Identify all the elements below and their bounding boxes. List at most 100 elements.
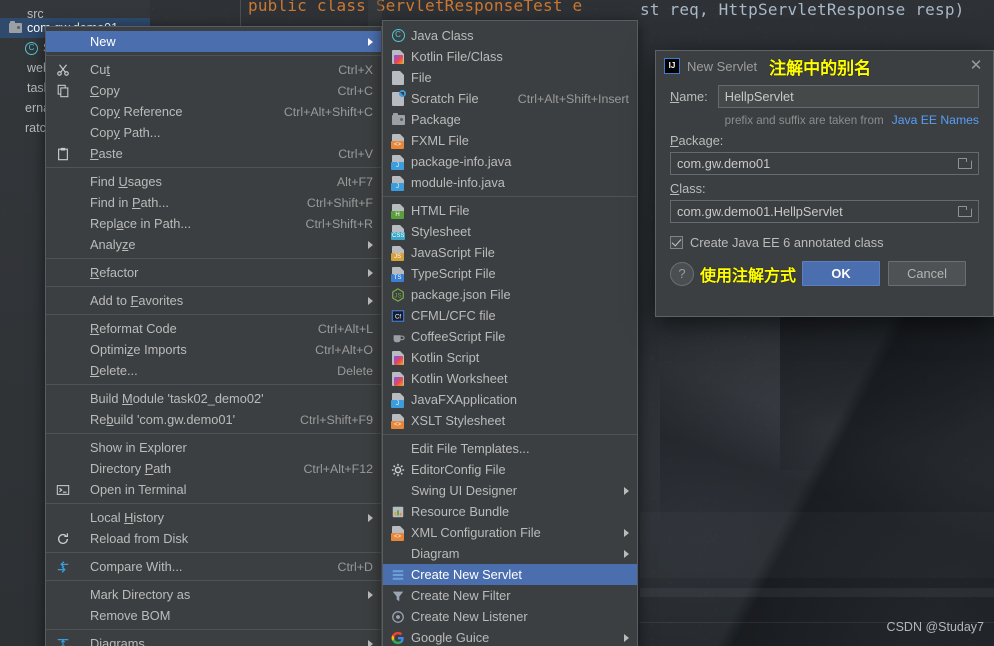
folder-browse-icon[interactable] [958,206,972,217]
new-item-file[interactable]: File [383,67,637,88]
context-item-show-in-explorer[interactable]: Show in Explorer [46,437,381,458]
new-item-stylesheet[interactable]: CSS Stylesheet [383,221,637,242]
menu-item-shortcut: Delete [337,363,373,378]
context-item-directory-path[interactable]: Directory Path Ctrl+Alt+F12 [46,458,381,479]
new-item-google-guice[interactable]: Google Guice [383,627,637,646]
context-item-open-in-terminal[interactable]: Open in Terminal [46,479,381,500]
context-item-compare-with[interactable]: Compare With... Ctrl+D [46,556,381,577]
new-item-module-info-java[interactable]: Jmodule-info.java [383,172,637,193]
context-item-copy-path[interactable]: Copy Path... [46,122,381,143]
cancel-button[interactable]: Cancel [888,261,967,286]
screen-root: public class ServletResponseTest e st re… [0,0,994,646]
close-icon[interactable]: ✕ [968,58,984,74]
editor-gutter-line [240,0,241,26]
package-input[interactable]: com.gw.demo01 [670,152,979,175]
context-item-optimize-imports[interactable]: Optimize Imports Ctrl+Alt+O [46,339,381,360]
menu-item-label: CFML/CFC file [411,308,496,323]
new-item-cfml-cfc-file[interactable]: Cf CFML/CFC file [383,305,637,326]
annotated-class-checkbox-row[interactable]: Create Java EE 6 annotated class [670,235,979,250]
menu-item-label: Create New Servlet [411,567,522,582]
new-item-editorconfig-file[interactable]: EditorConfig File [383,459,637,480]
ts-file-icon: TS [391,266,404,282]
project-context-menu[interactable]: New Cut Ctrl+X Copy Ctrl+C Copy Reference Ctrl… [45,26,382,646]
help-button[interactable]: ? [670,261,694,286]
new-item-xml-configuration-file[interactable]: <> XML Configuration File [383,522,637,543]
menu-separator [383,434,637,435]
new-item-resource-bundle[interactable]: Resource Bundle [383,501,637,522]
folder-browse-icon[interactable] [958,158,972,169]
kotlin-file-icon [392,49,404,64]
new-item-package-json-file[interactable]: JS package.json File [383,284,637,305]
filter-icon [392,591,404,601]
menu-separator [46,258,381,259]
context-item-replace-in-path[interactable]: Replace in Path... Ctrl+Shift+R [46,213,381,234]
new-item-create-new-servlet[interactable]: Create New Servlet [383,564,637,585]
new-item-kotlin-script[interactable]: Kotlin Script [383,347,637,368]
new-item-javafxapplication[interactable]: J JavaFXApplication [383,389,637,410]
menu-item-label: Stylesheet [411,224,471,239]
context-item-reload-from-disk[interactable]: Reload from Disk [46,528,381,549]
menu-item-shortcut: Ctrl+Alt+F12 [303,461,373,476]
context-item-add-to-favorites[interactable]: Add to Favorites [46,290,381,311]
new-item-package-info-java[interactable]: Jpackage-info.java [383,151,637,172]
ts-file-icon: TS [389,266,407,282]
new-item-scratch-file[interactable]: Scratch File Ctrl+Alt+Shift+Insert [383,88,637,109]
new-item-package[interactable]: Package [383,109,637,130]
menu-item-label: FXML File [411,133,469,148]
background-band-2 [640,588,994,597]
context-item-delete[interactable]: Delete... Delete [46,360,381,381]
new-item-java-class[interactable]: C Java Class [383,25,637,46]
context-item-find-in-path[interactable]: Find in Path... Ctrl+Shift+F [46,192,381,213]
gear-icon [389,463,407,477]
class-input[interactable]: com.gw.demo01.HellpServlet [670,200,979,223]
new-item-javascript-file[interactable]: JS JavaScript File [383,242,637,263]
new-item-swing-ui-designer[interactable]: Swing UI Designer [383,480,637,501]
context-item-remove-bom[interactable]: Remove BOM [46,605,381,626]
new-item-diagram[interactable]: Diagram [383,543,637,564]
context-item-copy-reference[interactable]: Copy Reference Ctrl+Alt+Shift+C [46,101,381,122]
java-file-icon: J [389,154,407,170]
new-item-kotlin-file-class[interactable]: Kotlin File/Class [383,46,637,67]
context-item-diagrams[interactable]: Diagrams [46,633,381,646]
context-item-new[interactable]: New [46,31,381,52]
menu-separator [46,433,381,434]
new-item-edit-file-templates[interactable]: Edit File Templates... [383,438,637,459]
context-item-local-history[interactable]: Local History [46,507,381,528]
context-item-reformat-code[interactable]: Reformat Code Ctrl+Alt+L [46,318,381,339]
menu-item-label: Paste [90,146,123,161]
context-item-cut[interactable]: Cut Ctrl+X [46,59,381,80]
context-item-find-usages[interactable]: Find Usages Alt+F7 [46,171,381,192]
menu-item-shortcut: Ctrl+Shift+R [305,216,373,231]
context-item-analyze[interactable]: Analyze [46,234,381,255]
copy-icon [57,84,69,97]
context-item-paste[interactable]: Paste Ctrl+V [46,143,381,164]
new-item-create-new-listener[interactable]: Create New Listener [383,606,637,627]
context-item-build-module-task02-demo02[interactable]: Build Module 'task02_demo02' [46,388,381,409]
menu-item-label: package.json File [411,287,511,302]
java-ee-names-link[interactable]: Java EE Names [892,113,979,127]
new-item-create-new-filter[interactable]: Create New Filter [383,585,637,606]
context-item-mark-directory-as[interactable]: Mark Directory as [46,584,381,605]
new-item-kotlin-worksheet[interactable]: Kotlin Worksheet [383,368,637,389]
new-item-xslt-stylesheet[interactable]: <> XSLT Stylesheet [383,410,637,431]
menu-separator [46,503,381,504]
menu-item-label: Reformat Code [90,321,177,336]
menu-item-shortcut: Ctrl+X [338,62,373,77]
annotated-class-checkbox[interactable] [670,236,683,249]
menu-item-label: Kotlin File/Class [411,49,503,64]
new-servlet-dialog[interactable]: IJ New Servlet 注解中的别名 ✕ Name: HellpServl… [655,50,994,317]
new-item-fxml-file[interactable]: <> FXML File [383,130,637,151]
name-input[interactable]: HellpServlet [717,85,979,108]
context-item-copy[interactable]: Copy Ctrl+C [46,80,381,101]
context-item-refactor[interactable]: Refactor [46,262,381,283]
menu-item-shortcut: Ctrl+C [337,83,373,98]
class-input-value: com.gw.demo01.HellpServlet [677,204,843,219]
name-label: Name: [670,89,708,104]
context-item-rebuild-com-gw-demo01[interactable]: Rebuild 'com.gw.demo01' Ctrl+Shift+F9 [46,409,381,430]
ok-button[interactable]: OK [802,261,881,286]
menu-item-label: Diagram [411,546,460,561]
new-submenu[interactable]: C Java Class Kotlin File/Class File Scratch … [382,20,638,646]
new-item-typescript-file[interactable]: TS TypeScript File [383,263,637,284]
new-item-html-file[interactable]: H HTML File [383,200,637,221]
new-item-coffeescript-file[interactable]: CoffeeScript File [383,326,637,347]
